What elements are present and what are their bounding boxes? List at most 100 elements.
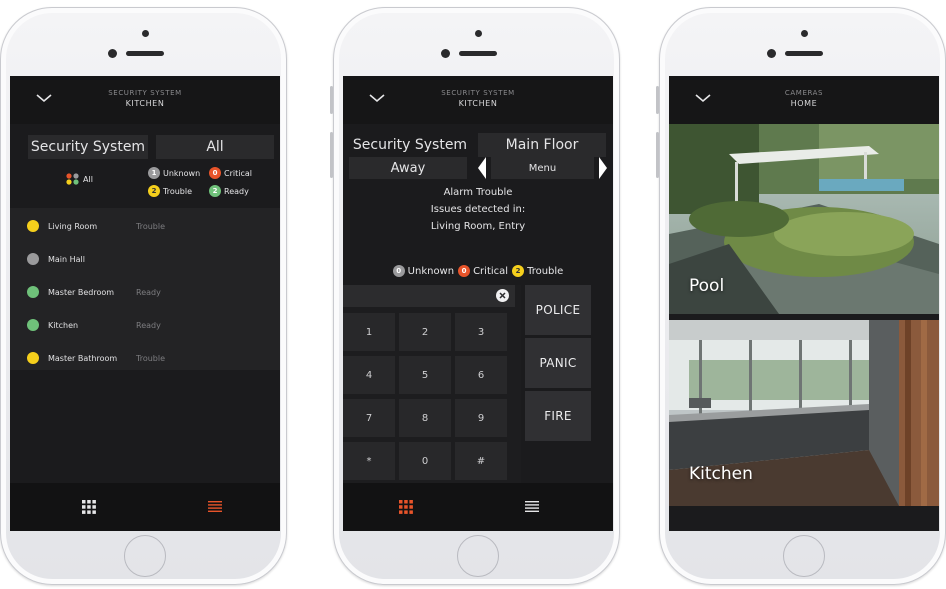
legend-trouble[interactable]: 2 Trouble — [148, 185, 192, 197]
legend-unknown[interactable]: 1 Unknown — [148, 167, 200, 179]
front-camera — [142, 30, 149, 37]
legend-critical-label: Critical — [224, 168, 252, 178]
app-header: SECURITY SYSTEM KITCHEN — [343, 76, 613, 124]
segment-all[interactable]: All — [156, 135, 274, 159]
header-location-title: KITCHEN — [125, 99, 165, 108]
key-2[interactable]: 2 — [399, 313, 451, 351]
key-9[interactable]: 9 — [455, 399, 507, 437]
zone-status: Ready — [136, 320, 161, 330]
home-button[interactable] — [124, 535, 166, 577]
legend-unknown-label: Unknown — [163, 168, 201, 178]
grid-icon[interactable] — [82, 500, 96, 514]
zone-name: Master Bathroom — [48, 353, 118, 363]
app-header: CAMERAS HOME — [669, 76, 939, 124]
key-0[interactable]: 0 — [399, 442, 451, 480]
zone-name: Living Room — [48, 221, 98, 231]
proximity-sensor — [108, 49, 117, 58]
key-hash[interactable]: # — [455, 442, 507, 480]
header-location-title: HOME — [790, 99, 818, 108]
header-section-title: SECURITY SYSTEM — [108, 89, 182, 97]
status-dot — [27, 352, 39, 364]
tab-bar — [343, 483, 613, 531]
zone-name: Kitchen — [48, 320, 79, 330]
zone-name: Main Hall — [48, 254, 86, 264]
legend-trouble-label: Trouble — [527, 265, 564, 277]
zone-row[interactable]: Master Bedroom Ready — [10, 276, 280, 308]
earpiece-speaker — [785, 51, 823, 56]
app-screen: SECURITY SYSTEM KITCHEN Security System … — [343, 76, 613, 531]
grid-icon[interactable] — [399, 500, 413, 514]
proximity-sensor — [441, 49, 450, 58]
earpiece-speaker — [459, 51, 497, 56]
legend-ready[interactable]: 2 Ready — [209, 185, 249, 197]
camera-tile-pool[interactable]: Pool — [669, 124, 939, 314]
zone-row[interactable]: Living Room Trouble — [10, 210, 280, 242]
app-screen: CAMERAS HOME Pool Kitchen — [669, 76, 939, 531]
zone-status: Trouble — [136, 353, 166, 363]
camera-label-kitchen: Kitchen — [689, 464, 753, 484]
header-section-title: CAMERAS — [784, 89, 824, 97]
legend-trouble-label: Trouble — [163, 186, 193, 196]
trouble-count-badge: 2 — [512, 265, 525, 277]
menu-selector[interactable]: Menu — [491, 157, 594, 179]
legend-critical-label: Critical — [473, 265, 509, 277]
chevron-right-icon[interactable] — [599, 157, 607, 179]
alarm-status-detail: Issues detected in: — [430, 204, 526, 215]
segment-security-system[interactable]: Security System — [28, 135, 148, 159]
segment-main-floor[interactable]: Main Floor — [478, 133, 606, 157]
app-screen: SECURITY SYSTEM KITCHEN Security System … — [10, 76, 280, 531]
home-button[interactable] — [783, 535, 825, 577]
phone-security-list: SECURITY SYSTEM KITCHEN Security System … — [0, 7, 287, 585]
fire-button[interactable]: FIRE — [525, 391, 591, 441]
zone-row[interactable]: Master Bathroom Trouble — [10, 342, 280, 374]
critical-count-badge: 0 — [458, 265, 471, 277]
key-3[interactable]: 3 — [455, 313, 507, 351]
header-section-title: SECURITY SYSTEM — [441, 89, 515, 97]
clear-icon[interactable] — [496, 289, 509, 302]
key-7[interactable]: 7 — [343, 399, 395, 437]
legend-ready-label: Ready — [224, 186, 249, 196]
alarm-status-zones: Living Room, Entry — [430, 221, 526, 232]
key-star[interactable]: * — [343, 442, 395, 480]
panic-button[interactable]: PANIC — [525, 338, 591, 388]
tab-bar — [10, 483, 280, 531]
key-4[interactable]: 4 — [343, 356, 395, 394]
list-icon[interactable] — [525, 500, 539, 514]
police-button[interactable]: POLICE — [525, 285, 591, 335]
legend-critical[interactable]: 0 Critical — [209, 167, 252, 179]
chevron-left-icon[interactable] — [478, 157, 486, 179]
alarm-status-title: Alarm Trouble — [443, 187, 513, 198]
filter-all[interactable]: All — [66, 172, 93, 186]
zone-status: Ready — [136, 287, 161, 297]
zone-name: Master Bedroom — [48, 287, 115, 297]
status-dot — [27, 253, 39, 265]
proximity-sensor — [767, 49, 776, 58]
home-button[interactable] — [457, 535, 499, 577]
key-8[interactable]: 8 — [399, 399, 451, 437]
app-header: SECURITY SYSTEM KITCHEN — [10, 76, 280, 124]
critical-count-badge: 0 — [209, 167, 221, 179]
arm-mode-away[interactable]: Away — [349, 157, 467, 179]
unknown-count-badge: 0 — [392, 265, 405, 277]
key-5[interactable]: 5 — [399, 356, 451, 394]
front-camera — [475, 30, 482, 37]
camera-label-pool: Pool — [689, 276, 725, 296]
key-6[interactable]: 6 — [455, 356, 507, 394]
segment-security-system[interactable]: Security System — [349, 133, 471, 157]
zone-row[interactable]: Kitchen Ready — [10, 309, 280, 341]
front-camera — [801, 30, 808, 37]
code-input[interactable] — [343, 285, 515, 307]
zone-status: Trouble — [136, 221, 166, 231]
filter-all-label: All — [83, 174, 93, 184]
legend-unknown-label: Unknown — [407, 265, 455, 277]
key-1[interactable]: 1 — [343, 313, 395, 351]
list-icon[interactable] — [208, 500, 222, 514]
multi-status-icon — [66, 173, 79, 185]
camera-tile-kitchen[interactable]: Kitchen — [669, 320, 939, 506]
trouble-count-badge: 2 — [148, 185, 160, 197]
status-dot — [27, 220, 39, 232]
zone-row[interactable]: Main Hall — [10, 243, 280, 275]
phone-security-keypad: SECURITY SYSTEM KITCHEN Security System … — [330, 7, 620, 585]
unknown-count-badge: 1 — [148, 167, 160, 179]
header-location-title: KITCHEN — [458, 99, 498, 108]
